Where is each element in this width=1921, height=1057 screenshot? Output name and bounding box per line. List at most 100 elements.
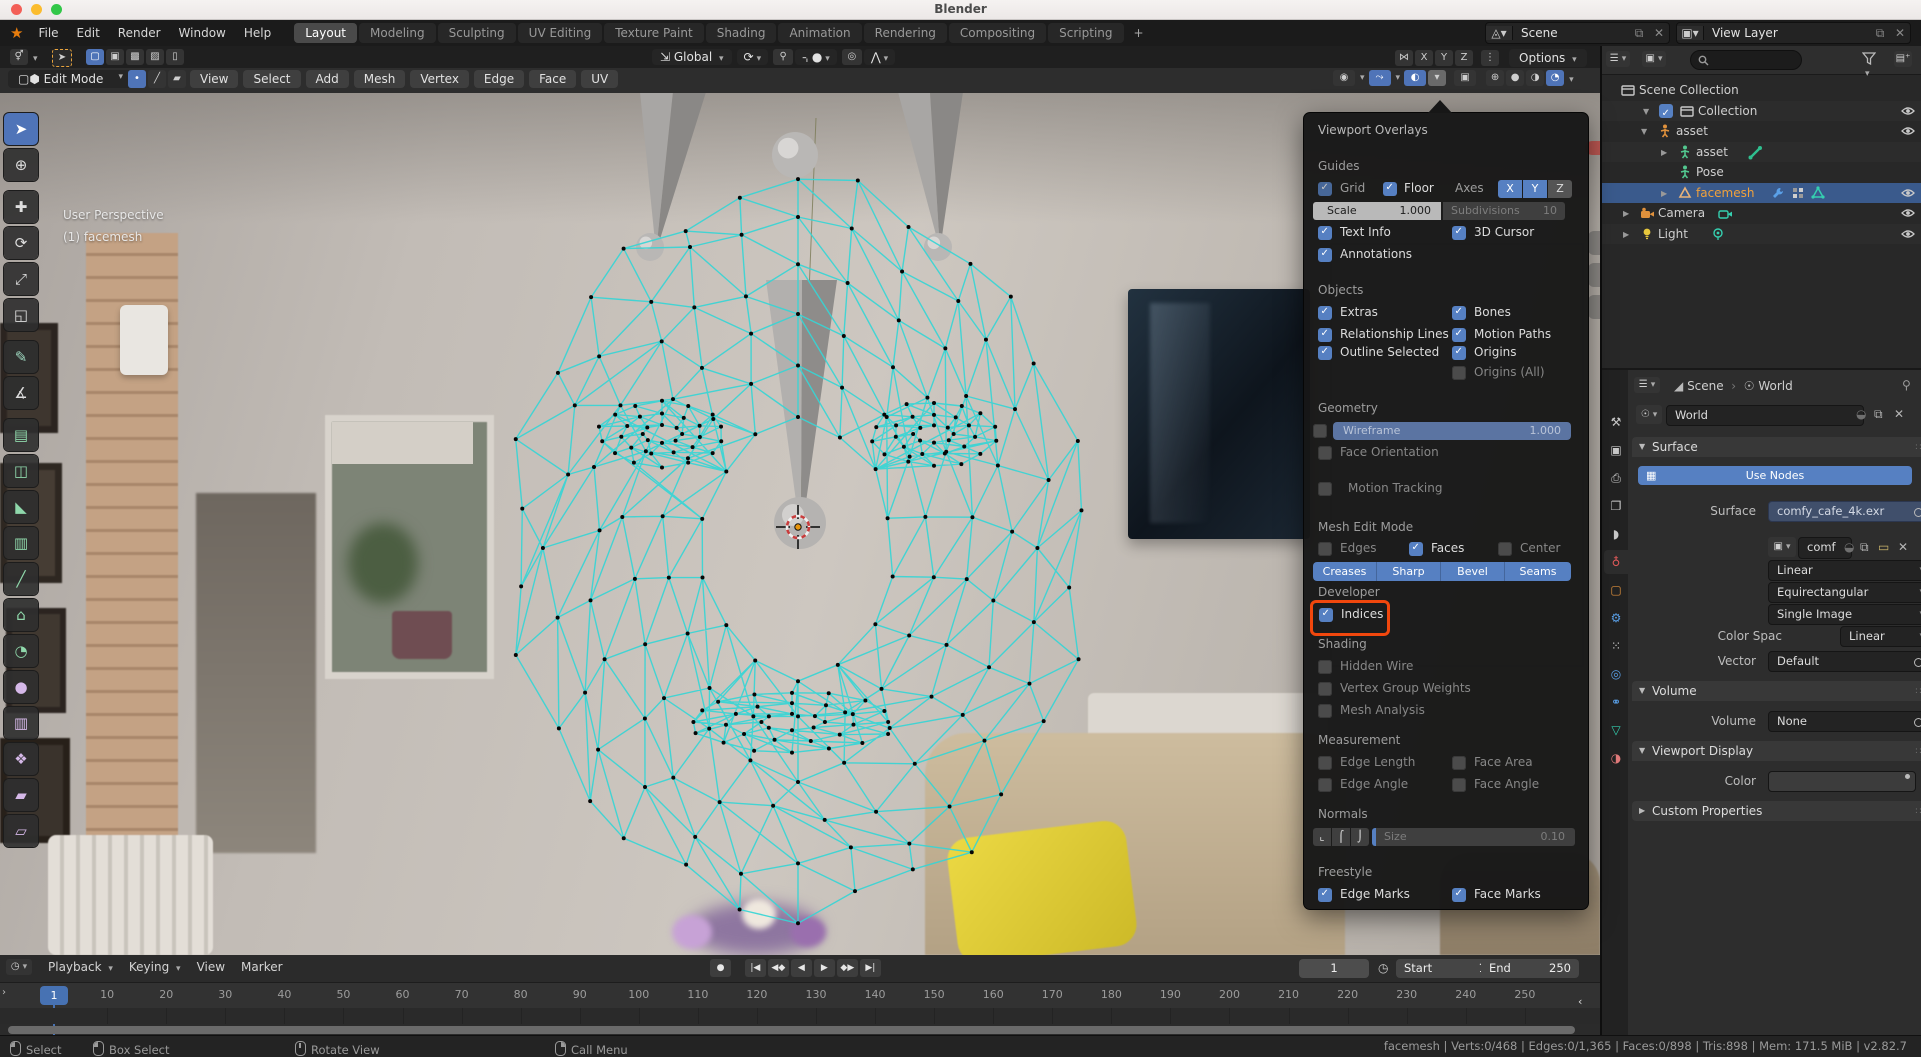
jump-to-end-button[interactable]: ▶|: [860, 959, 881, 977]
normals-face-icon[interactable]: ⌡: [1351, 828, 1369, 846]
faces-label[interactable]: Faces: [1431, 541, 1464, 555]
outline-selected-checkbox[interactable]: [1318, 346, 1332, 360]
menu-edit[interactable]: Edit: [68, 26, 109, 40]
relationship-lines-label[interactable]: Relationship Lines: [1340, 327, 1449, 341]
use-preview-range-icon[interactable]: ◷: [1378, 961, 1388, 975]
workspace-tab-layout[interactable]: Layout: [294, 23, 357, 43]
floor-checkbox[interactable]: [1383, 182, 1397, 196]
add-workspace-button[interactable]: +: [1126, 24, 1152, 42]
outliner-row-scene collection-0[interactable]: Scene Collection: [1602, 80, 1921, 100]
center-checkbox[interactable]: [1498, 542, 1512, 556]
viewport-menu-mesh[interactable]: Mesh: [354, 70, 406, 88]
mirror-z-button[interactable]: Z: [1455, 50, 1473, 66]
menu-window[interactable]: Window: [170, 26, 235, 40]
expander-icon[interactable]: ▼: [1641, 122, 1647, 142]
mirror-x-button[interactable]: X: [1415, 50, 1433, 66]
image-fake-user-shield-icon[interactable]: ◒: [1844, 540, 1854, 554]
timeline-menu-view[interactable]: View: [189, 958, 233, 976]
expander-icon[interactable]: ▶: [1623, 204, 1629, 224]
select-intersect-button[interactable]: ▯: [166, 49, 184, 65]
scale-tool-button[interactable]: ⤢: [4, 263, 38, 295]
move-tool-button[interactable]: ✚: [4, 191, 38, 223]
indices-checkbox[interactable]: [1319, 608, 1333, 622]
view-layer-copy-icon[interactable]: ⧉: [1870, 26, 1890, 41]
origins-label[interactable]: Origins: [1474, 345, 1517, 359]
filter-funnel-icon[interactable]: ▾: [1862, 52, 1876, 79]
bones-label[interactable]: Bones: [1474, 305, 1511, 319]
normals-size-slider[interactable]: Size0.10: [1372, 828, 1575, 846]
breadcrumb-scene[interactable]: Scene: [1687, 379, 1724, 393]
image-copy-icon[interactable]: ⧉: [1860, 540, 1869, 555]
active-tool-icon[interactable]: ⚥▾: [10, 49, 38, 65]
shading-solid-icon[interactable]: ●: [1506, 70, 1524, 86]
indices-label[interactable]: Indices: [1341, 607, 1383, 621]
eye-icon[interactable]: [1900, 205, 1916, 221]
snap-toggle-icon[interactable]: ⚲: [773, 49, 793, 65]
creases-button[interactable]: Creases: [1313, 562, 1377, 581]
shading-wireframe-icon[interactable]: ⊕: [1486, 70, 1504, 86]
open-image-folder-icon[interactable]: ▭: [1878, 540, 1889, 554]
properties-tab-view-layer[interactable]: ❐: [1604, 494, 1628, 518]
timeline-scrollbar[interactable]: [8, 1026, 1575, 1034]
outliner-row-pose-4[interactable]: Pose: [1602, 162, 1921, 182]
face-area-checkbox[interactable]: [1452, 756, 1466, 770]
spin-tool-button[interactable]: ◔: [4, 635, 38, 667]
text-info-label[interactable]: Text Info: [1340, 225, 1391, 239]
edge-slide-tool-button[interactable]: ▥: [4, 707, 38, 739]
hidden-wire-label[interactable]: Hidden Wire: [1340, 659, 1413, 673]
overlays-toggle-icon[interactable]: ◐: [1404, 70, 1426, 86]
menu-help[interactable]: Help: [235, 26, 280, 40]
outliner-item-label[interactable]: Light: [1658, 224, 1688, 244]
outliner-row-asset-2[interactable]: ▼asset: [1602, 121, 1921, 141]
source-dropdown[interactable]: Single Image▾: [1768, 604, 1921, 625]
mesh-analysis-checkbox[interactable]: [1318, 704, 1332, 718]
center-label[interactable]: Center: [1520, 541, 1560, 555]
poly-build-tool-button[interactable]: ⌂: [4, 599, 38, 631]
floor-label[interactable]: Floor: [1404, 181, 1434, 195]
surface-value-button[interactable]: comfy_cafe_4k.exr: [1768, 501, 1921, 522]
annotate-tool-button[interactable]: ✎: [4, 341, 38, 373]
view-layer-selector[interactable]: ▣▾ View Layer ⧉ ✕: [1676, 22, 1911, 44]
transform-orientation-dropdown[interactable]: ⇲ Global ▾: [652, 49, 732, 65]
jump-to-start-button[interactable]: |◀: [745, 959, 766, 977]
properties-tab-particles[interactable]: ⁙: [1604, 634, 1628, 658]
annotations-checkbox[interactable]: [1318, 248, 1332, 262]
outliner-item-label[interactable]: Scene Collection: [1639, 80, 1739, 100]
next-keyframe-button[interactable]: ◆▶: [837, 959, 858, 977]
camera-data-icon[interactable]: [1717, 205, 1733, 221]
menu-file[interactable]: File: [29, 26, 67, 40]
workspace-tab-animation[interactable]: Animation: [778, 23, 861, 43]
timeline-menu-keying[interactable]: Keying ▾: [121, 958, 189, 976]
expander-icon[interactable]: ▶: [1623, 225, 1629, 245]
end-frame-field[interactable]: End250: [1481, 959, 1579, 978]
workspace-tab-texture-paint[interactable]: Texture Paint: [604, 23, 703, 43]
properties-tab-scene[interactable]: ◗: [1604, 522, 1628, 546]
relationship-lines-checkbox[interactable]: [1318, 328, 1332, 342]
motion-tracking-checkbox[interactable]: [1318, 482, 1332, 496]
loop-cut-tool-button[interactable]: ▥: [4, 527, 38, 559]
viewport-menu-select[interactable]: Select: [243, 70, 300, 88]
outliner-item-label[interactable]: facemesh: [1696, 183, 1755, 203]
expand-channels-icon[interactable]: ›: [2, 987, 6, 998]
outliner-editor-type-icon[interactable]: ☰▾: [1606, 51, 1630, 67]
properties-tab-object-data[interactable]: ▽: [1604, 718, 1628, 742]
edge-length-checkbox[interactable]: [1318, 756, 1332, 770]
measure-tool-button[interactable]: ∡: [4, 377, 38, 409]
outliner-row-light-7[interactable]: ▶ Light: [1602, 224, 1921, 244]
outliner-row-camera-6[interactable]: ▶Camera: [1602, 203, 1921, 223]
face-angle-label[interactable]: Face Angle: [1474, 777, 1539, 791]
origins-all-checkbox[interactable]: [1452, 366, 1466, 380]
world-browse-icon[interactable]: ☉▾: [1636, 405, 1662, 424]
knife-tool-button[interactable]: ╱: [4, 563, 38, 595]
ortho-grid-icon[interactable]: [1588, 295, 1600, 319]
gizmo-butterfly-icon[interactable]: ⋈: [1395, 50, 1413, 66]
seams-button[interactable]: Seams: [1505, 562, 1571, 581]
workspace-tab-compositing[interactable]: Compositing: [949, 23, 1046, 43]
workspace-tab-modeling[interactable]: Modeling: [359, 23, 436, 43]
axis-z-toggle[interactable]: Z: [1548, 180, 1572, 198]
motion-paths-checkbox[interactable]: [1452, 328, 1466, 342]
overlays-dropdown-open[interactable]: ▾: [1428, 70, 1446, 86]
shading-material-icon[interactable]: ◑: [1526, 70, 1544, 86]
extras-label[interactable]: Extras: [1340, 305, 1378, 319]
expander-icon[interactable]: ▶: [1661, 143, 1667, 163]
